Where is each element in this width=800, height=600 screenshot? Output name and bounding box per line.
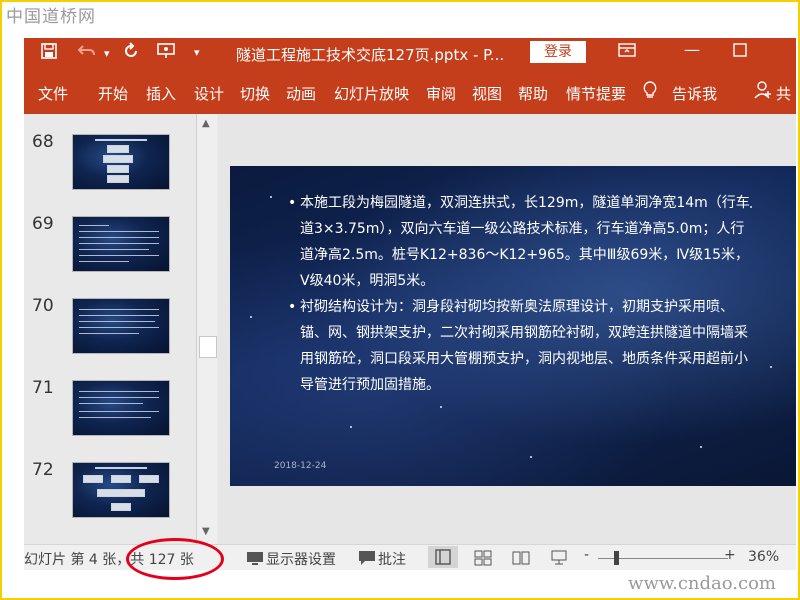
- tab-review[interactable]: 审阅: [426, 83, 456, 104]
- document-title: 隧道工程施工技术交底127页.pptx - P...: [236, 46, 505, 64]
- slide-thumbnail[interactable]: [72, 134, 170, 190]
- slide-editor: • 本施工段为梅园隧道，双洞连拱式，长129m，隧道单洞净宽14m（行车道3×3…: [220, 114, 796, 544]
- watermark-bottom: www.cndao.com: [628, 573, 776, 594]
- tab-help[interactable]: 帮助: [518, 83, 548, 104]
- maximize-icon[interactable]: [732, 42, 748, 62]
- slide-thumbnail[interactable]: [72, 216, 170, 272]
- slide-thumbnail[interactable]: [72, 462, 170, 518]
- share-button[interactable]: 共: [776, 83, 791, 104]
- slide-bullet: • 衬砌结构设计为：洞身段衬砌均按新奥法原理设计，初期支护采用喷、锚、网、钢拱架…: [288, 299, 748, 393]
- tab-insert[interactable]: 插入: [146, 83, 176, 104]
- slide-bullet: • 本施工段为梅园隧道，双洞连拱式，长129m，隧道单洞净宽14m（行车道3×3…: [288, 195, 750, 289]
- watermark-top: 中国道桥网: [6, 7, 96, 27]
- share-person-icon[interactable]: [754, 80, 772, 104]
- redo-icon[interactable]: [122, 42, 140, 65]
- title-bar: ▾ ▾ 隧道工程施工技术交底127页.pptx - P... 登录 —: [24, 38, 796, 68]
- comments-button[interactable]: 批注: [378, 549, 406, 569]
- thumbnail-number: 69: [32, 214, 54, 234]
- thumbnail-scrollbar[interactable]: ▲ ▼: [196, 114, 217, 544]
- tell-me-search[interactable]: 告诉我: [672, 83, 717, 104]
- present-icon[interactable]: [156, 42, 176, 65]
- slideshow-view-icon[interactable]: [550, 550, 568, 570]
- current-slide[interactable]: • 本施工段为梅园隧道，双洞连拱式，长129m，隧道单洞净宽14m（行车道3×3…: [230, 166, 796, 486]
- zoom-slider-thumb[interactable]: [614, 551, 619, 565]
- lightbulb-icon[interactable]: [642, 80, 658, 104]
- zoom-level[interactable]: 36%: [748, 549, 779, 565]
- scrollbar-thumb[interactable]: [199, 336, 217, 358]
- bullet-text: 本施工段为梅园隧道，双洞连拱式，长129m，隧道单洞净宽14m（行车道3×3.7…: [300, 195, 750, 289]
- comments-icon[interactable]: [358, 550, 376, 570]
- customize-quick-access-icon[interactable]: ▾: [194, 46, 200, 59]
- ribbon-display-icon[interactable]: [618, 42, 636, 62]
- tab-slideshow[interactable]: 幻灯片放映: [334, 83, 409, 104]
- powerpoint-window: ▾ ▾ 隧道工程施工技术交底127页.pptx - P... 登录 — 文件 开…: [24, 38, 796, 570]
- bullet-text: 衬砌结构设计为：洞身段衬砌均按新奥法原理设计，初期支护采用喷、锚、网、钢拱架支护…: [300, 299, 748, 393]
- ribbon-tabs: 文件 开始 插入 设计 切换 动画 幻灯片放映 审阅 视图 帮助 情节提要 告诉…: [24, 68, 796, 114]
- thumbnail-number: 70: [32, 296, 54, 316]
- scroll-down-icon[interactable]: ▼: [202, 526, 210, 537]
- normal-view-icon[interactable]: [428, 546, 458, 568]
- display-settings-icon[interactable]: [246, 550, 264, 570]
- tab-design[interactable]: 设计: [194, 83, 224, 104]
- slide-thumbnail[interactable]: [72, 298, 170, 354]
- display-settings-button[interactable]: 显示器设置: [266, 549, 336, 569]
- save-icon[interactable]: [40, 42, 58, 65]
- login-button[interactable]: 登录: [530, 41, 586, 63]
- tab-home[interactable]: 开始: [98, 83, 128, 104]
- tab-file[interactable]: 文件: [38, 83, 68, 104]
- scroll-up-icon[interactable]: ▲: [202, 118, 210, 129]
- highlight-circle: [126, 538, 224, 580]
- tab-animations[interactable]: 动画: [286, 83, 316, 104]
- undo-icon[interactable]: [76, 42, 98, 65]
- minimize-icon[interactable]: —: [684, 40, 700, 59]
- tab-storyboard[interactable]: 情节提要: [566, 83, 626, 104]
- tab-view[interactable]: 视图: [472, 83, 502, 104]
- thumbnail-number: 68: [32, 132, 54, 152]
- thumbnail-number: 71: [32, 378, 54, 398]
- undo-dropdown-icon[interactable]: ▾: [104, 47, 110, 60]
- slide-sorter-icon[interactable]: [474, 550, 492, 570]
- slide-thumbnail-panel: 68 69 70 71 72: [24, 114, 218, 544]
- zoom-in-button[interactable]: +: [724, 547, 736, 563]
- slide-date: 2018-12-24: [274, 461, 327, 471]
- tab-transitions[interactable]: 切换: [240, 83, 270, 104]
- reading-view-icon[interactable]: [512, 550, 530, 570]
- zoom-out-button[interactable]: -: [584, 547, 589, 563]
- slide-thumbnail[interactable]: [72, 380, 170, 436]
- thumbnail-number: 72: [32, 460, 54, 480]
